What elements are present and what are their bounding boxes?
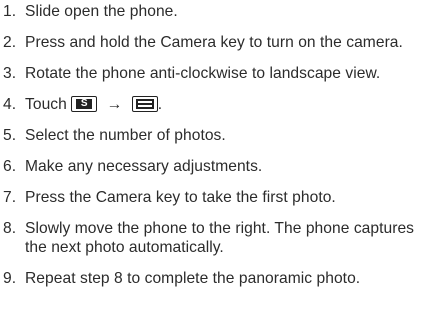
panorama-icon xyxy=(131,96,158,112)
step-number: 1. xyxy=(3,3,17,20)
arrow-icon: → xyxy=(106,96,123,113)
step-number: 2. xyxy=(3,34,17,51)
instruction-list: 1. Slide open the phone. 2. Press and ho… xyxy=(3,2,439,300)
step-number: 4. xyxy=(3,96,17,113)
step-8: 8. Slowly move the phone to the right. T… xyxy=(3,219,439,257)
step-text: Slowly move the phone to the right. The … xyxy=(25,220,415,256)
step-number: 6. xyxy=(3,158,17,175)
step-3: 3. Rotate the phone anti-clockwise to la… xyxy=(3,64,439,83)
step-text: Make any necessary adjustments. xyxy=(25,158,263,175)
step-1: 1. Slide open the phone. xyxy=(3,2,439,21)
step-6: 6. Make any necessary adjustments. xyxy=(3,157,439,176)
step-text: Press and hold the Camera key to turn on… xyxy=(25,34,403,51)
step-7: 7. Press the Camera key to take the firs… xyxy=(3,188,439,207)
step-text: Slide open the phone. xyxy=(25,3,178,20)
step-number: 8. xyxy=(3,220,17,237)
mode-key-icon: S xyxy=(71,96,98,112)
step-number: 3. xyxy=(3,65,17,82)
step-text: Touch S → . xyxy=(25,95,439,114)
step-number: 7. xyxy=(3,189,17,206)
step-text: Repeat step 8 to complete the panoramic … xyxy=(25,270,361,287)
step-text: Press the Camera key to take the first p… xyxy=(25,189,336,206)
mode-key-label: S xyxy=(80,98,88,109)
step-text: Select the number of photos. xyxy=(25,127,226,144)
step-text: Rotate the phone anti-clockwise to lands… xyxy=(25,65,381,82)
step-number: 9. xyxy=(3,270,17,287)
step-2: 2. Press and hold the Camera key to turn… xyxy=(3,33,439,52)
step-4: 4. Touch S → . xyxy=(3,95,439,114)
step-text-before: Touch xyxy=(25,96,67,113)
step-5: 5. Select the number of photos. xyxy=(3,126,439,145)
step-number: 5. xyxy=(3,127,17,144)
step-9: 9. Repeat step 8 to complete the panoram… xyxy=(3,269,439,288)
step-text-after: . xyxy=(157,96,163,113)
